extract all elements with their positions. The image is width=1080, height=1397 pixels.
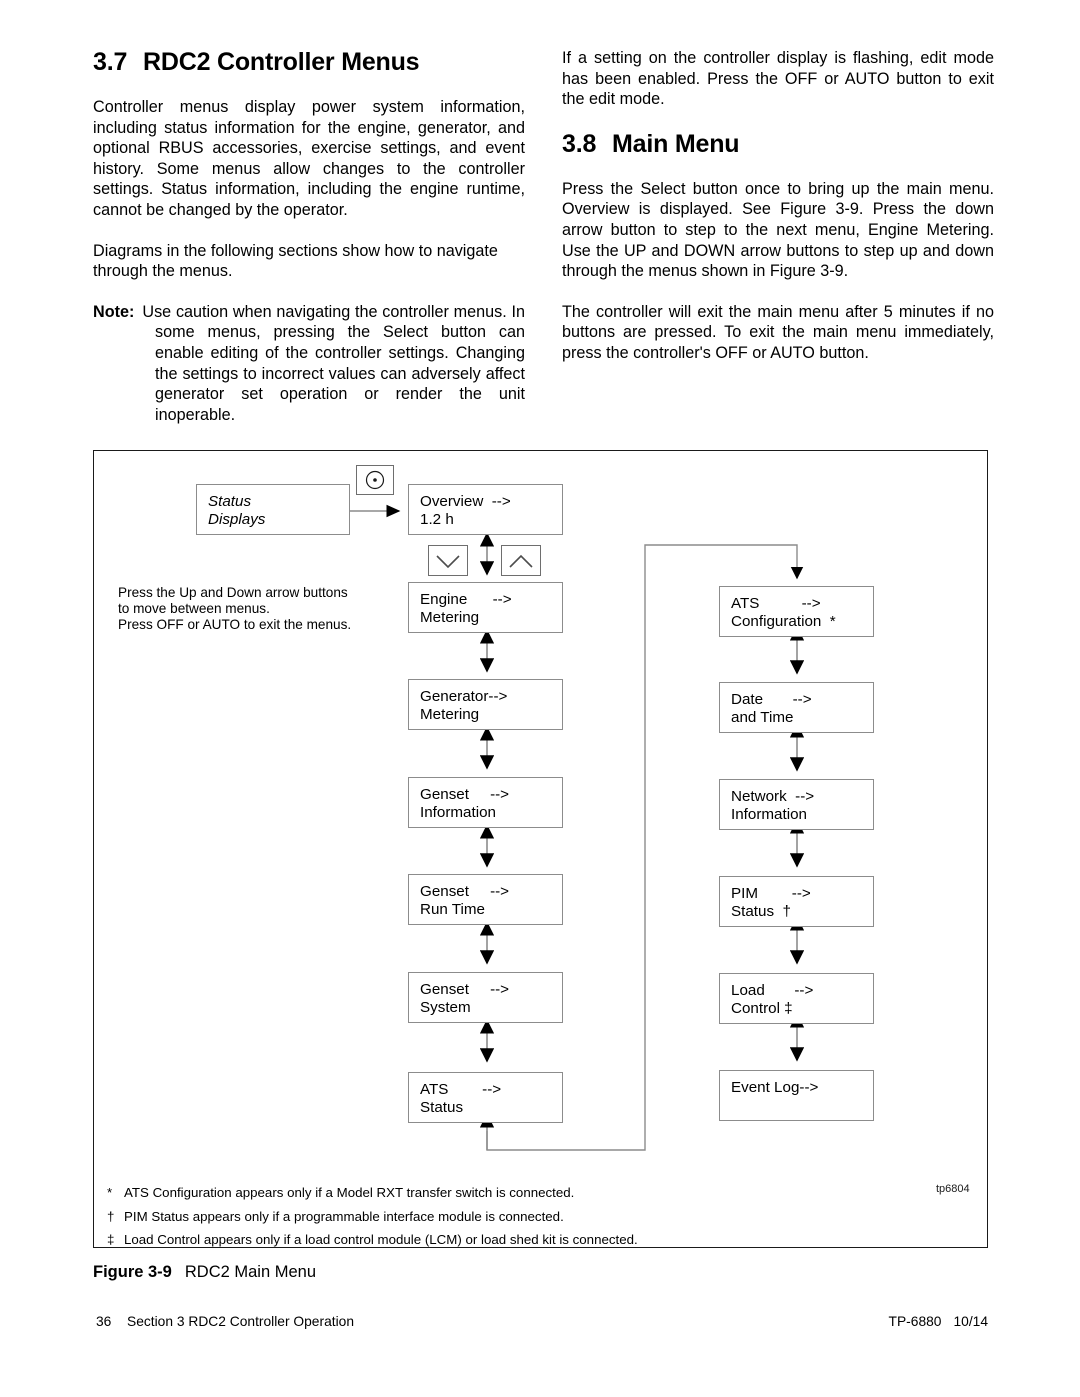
document-page: 3.7 RDC2 Controller Menus Controller menu… xyxy=(0,0,1080,1397)
footnote-text: Load Control appears only if a load cont… xyxy=(124,1232,638,1247)
section-number: 3.7 xyxy=(93,48,128,76)
footnote-mark: * xyxy=(107,1185,113,1200)
node-line-1: Status xyxy=(208,493,252,510)
section-heading-3-8: 3.8 Main Menu xyxy=(562,130,994,159)
menu-node-event-log[interactable]: Event Log--> xyxy=(719,1070,874,1121)
node-line-2: System xyxy=(420,999,471,1017)
note-text: Use caution when navigating the controll… xyxy=(142,302,525,424)
node-line-2: Information xyxy=(731,806,807,824)
node-line-1: Generator--> xyxy=(420,688,508,705)
figure-caption: Figure 3-9 RDC2 Main Menu xyxy=(93,1263,316,1282)
footnote-text: PIM Status appears only if a programmabl… xyxy=(124,1208,564,1224)
figure-caption-label: Figure 3-9 xyxy=(93,1263,172,1281)
node-line-2: Metering xyxy=(420,706,480,724)
select-dot-icon-glyph xyxy=(365,470,385,490)
node-line-2: Run Time xyxy=(420,901,485,919)
menu-node-date-and-time[interactable]: Date --> and Time xyxy=(719,682,874,733)
section-title: RDC2 Controller Menus xyxy=(143,48,420,76)
status-displays-node: Status Displays xyxy=(196,484,350,535)
footer-section-text: Section 3 RDC2 Controller Operation xyxy=(127,1314,354,1329)
node-line-2: and Time xyxy=(731,709,794,727)
paragraph-edit-mode: If a setting on the controller display i… xyxy=(562,49,994,109)
diagram-hint-text: Press the Up and Down arrow buttons to m… xyxy=(118,585,352,633)
node-line-2: Status † xyxy=(731,903,791,921)
select-dot-icon[interactable] xyxy=(356,465,394,495)
node-line-1: Engine --> xyxy=(420,591,512,608)
footnote-double-dagger: ‡ Load Control appears only if a load con… xyxy=(107,1228,937,1252)
drawing-number: tp6804 xyxy=(936,1183,970,1195)
menu-node-engine-metering[interactable]: Engine --> Metering xyxy=(408,582,563,633)
node-line-1: Genset --> xyxy=(420,981,510,998)
down-chevron-icon-glyph xyxy=(436,555,460,569)
footnote-mark: ‡ xyxy=(107,1232,115,1247)
node-line-2: Information xyxy=(420,804,496,822)
footer-doc-number: TP-6880 xyxy=(888,1314,942,1329)
down-chevron-icon[interactable] xyxy=(428,545,468,576)
menu-node-genset-run-time[interactable]: Genset --> Run Time xyxy=(408,874,563,925)
node-line-2: Displays xyxy=(208,511,266,529)
node-line-2: Control ‡ xyxy=(731,1000,793,1018)
footnote-mark: † xyxy=(107,1208,115,1224)
node-line-2: Status xyxy=(420,1099,464,1117)
note-block: Note: Use caution when navigating the con… xyxy=(93,302,525,426)
node-line-1: ATS --> xyxy=(420,1081,502,1098)
node-line-1: Event Log--> xyxy=(731,1079,819,1096)
left-text-column: 3.7 RDC2 Controller Menus Controller menu… xyxy=(93,48,525,425)
node-line-2: Configuration * xyxy=(731,613,836,631)
section-title: Main Menu xyxy=(612,129,740,158)
paragraph-diagrams: Diagrams in the following sections show … xyxy=(93,241,498,281)
menu-node-network-information[interactable]: Network --> Information xyxy=(719,779,874,830)
footnote-dagger: † PIM Status appears only if a programmab… xyxy=(107,1205,937,1229)
paragraph-main-menu-nav: Press the Select button once to bring up… xyxy=(562,179,994,281)
node-line-1: Load --> xyxy=(731,982,814,999)
menu-node-pim-status[interactable]: PIM --> Status † xyxy=(719,876,874,927)
paragraph-controller-menus: Controller menus display power system in… xyxy=(93,98,525,219)
section-number: 3.8 xyxy=(562,129,597,158)
footer-left: 36 Section 3 RDC2 Controller Operation xyxy=(96,1314,354,1329)
node-line-1: Overview --> xyxy=(420,493,511,510)
figure-footnotes: * ATS Configuration appears only if a Mod… xyxy=(107,1181,937,1252)
menu-node-genset-system[interactable]: Genset --> System xyxy=(408,972,563,1023)
footer-doc-date: 10/14 xyxy=(953,1314,988,1329)
page-number: 36 xyxy=(96,1314,112,1329)
node-line-1: ATS --> xyxy=(731,595,821,612)
node-line-1: Genset --> xyxy=(420,786,510,803)
section-heading-3-7: 3.7 RDC2 Controller Menus xyxy=(93,48,525,77)
node-line-2: Metering xyxy=(420,609,480,627)
up-chevron-icon-glyph xyxy=(509,554,533,568)
up-chevron-icon[interactable] xyxy=(501,545,541,576)
footnote-asterisk: * ATS Configuration appears only if a Mod… xyxy=(107,1181,937,1205)
note-label: Note: xyxy=(93,302,135,321)
menu-node-load-control[interactable]: Load --> Control ‡ xyxy=(719,973,874,1024)
footer-right: TP-6880 10/14 xyxy=(889,1314,988,1329)
menu-node-ats-status[interactable]: ATS --> Status xyxy=(408,1072,563,1123)
menu-node-overview[interactable]: Overview --> 1.2 h xyxy=(408,484,563,535)
right-text-column: If a setting on the controller display i… xyxy=(562,48,994,384)
footnote-text: ATS Configuration appears only if a Mode… xyxy=(124,1185,575,1200)
node-line-2: 1.2 h xyxy=(420,511,454,529)
menu-node-ats-configuration[interactable]: ATS --> Configuration * xyxy=(719,586,874,637)
node-line-1: Network --> xyxy=(731,788,815,805)
figure-caption-title: RDC2 Main Menu xyxy=(184,1263,316,1281)
menu-node-generator-metering[interactable]: Generator--> Metering xyxy=(408,679,563,730)
paragraph-menu-timeout: The controller will exit the main menu a… xyxy=(562,302,994,362)
node-line-1: PIM --> xyxy=(731,885,811,902)
node-line-1: Genset --> xyxy=(420,883,510,900)
menu-node-genset-information[interactable]: Genset --> Information xyxy=(408,777,563,828)
node-line-1: Date --> xyxy=(731,691,812,708)
